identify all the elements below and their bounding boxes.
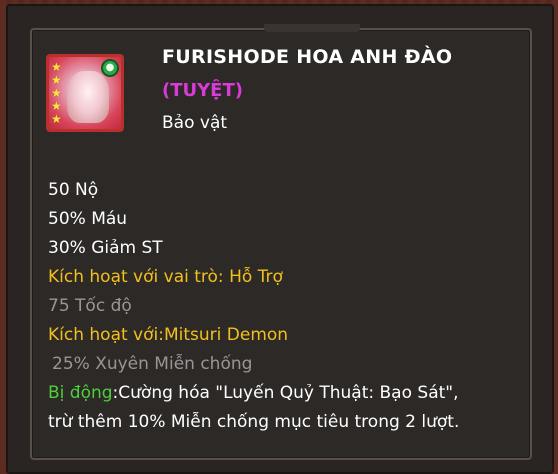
- passive-text-continued: trừ thêm 10% Miễn chống mục tiêu trong 2…: [48, 412, 460, 432]
- star-rating: ★ ★ ★ ★ ★: [51, 61, 63, 125]
- stat-damage-reduction: 30% Giảm ST: [48, 238, 163, 258]
- element-orb-icon: ●: [101, 59, 119, 77]
- passive-line: Bị động:Cường hóa "Luyến Quỷ Thuật: Bạo …: [48, 383, 459, 403]
- star-icon: ★: [51, 73, 62, 87]
- star-icon: ★: [51, 99, 62, 113]
- role-bonus: 75 Tốc độ: [48, 296, 132, 316]
- item-category: Bảo vật: [162, 113, 228, 133]
- character-bonus: 25% Xuyên Miễn chống: [52, 354, 253, 374]
- passive-text: :Cường hóa "Luyến Quỷ Thuật: Bạo Sát",: [112, 383, 459, 403]
- star-icon: ★: [51, 86, 62, 100]
- stat-hp: 50% Máu: [48, 209, 128, 229]
- activation-character: Kích hoạt với:Mitsuri Demon: [48, 325, 289, 345]
- item-rarity: (TUYỆT): [162, 80, 243, 101]
- stat-rage: 50 Nộ: [48, 180, 99, 200]
- star-icon: ★: [51, 60, 62, 74]
- passive-label: Bị động: [48, 383, 113, 403]
- top-tab-decoration: [264, 24, 360, 32]
- character-figure: [67, 71, 109, 123]
- item-title: FURISHODE HOA ANH ĐÀO: [162, 46, 453, 68]
- item-portrait-icon[interactable]: ★ ★ ★ ★ ★ ●: [46, 54, 124, 132]
- activation-role: Kích hoạt với vai trò: Hỗ Trợ: [48, 267, 283, 287]
- star-icon: ★: [51, 112, 62, 126]
